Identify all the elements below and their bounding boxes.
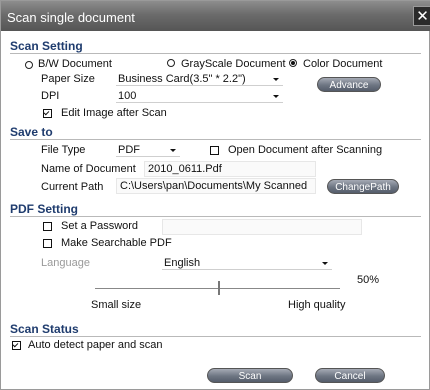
edit-image-checkbox[interactable] (43, 109, 52, 118)
save-to-divider (10, 139, 421, 140)
file-type-value: PDF (118, 144, 140, 156)
current-path-label: Current Path (41, 181, 104, 193)
cancel-button[interactable]: Cancel (315, 368, 385, 383)
window-title: Scan single document (7, 10, 135, 25)
scan-single-document-dialog: Scan single document ✕ Scan Setting B/W … (0, 0, 430, 390)
scan-status-divider (10, 336, 421, 337)
current-path-input[interactable]: C:\Users\pan\Documents\My Scanned Docs (116, 178, 316, 194)
close-icon[interactable]: ✕ (413, 6, 430, 26)
open-after-scanning-checkbox[interactable] (210, 146, 219, 155)
scan-setting-heading: Scan Setting (10, 39, 83, 53)
password-input[interactable] (162, 219, 362, 235)
scan-setting-divider (10, 53, 421, 54)
document-name-input[interactable]: 2010_0611.Pdf (144, 161, 316, 177)
auto-detect-label: Auto detect paper and scan (28, 339, 163, 351)
small-size-label: Small size (91, 299, 142, 311)
dpi-value: 100 (118, 90, 137, 102)
color-document-label: Color Document (303, 58, 383, 70)
paper-size-select[interactable]: Business Card(3.5" * 2.2") (116, 72, 283, 86)
open-after-scanning-label: Open Document after Scanning (228, 144, 383, 156)
pdf-setting-heading: PDF Setting (10, 202, 78, 216)
change-path-button[interactable]: ChangePath (327, 179, 399, 194)
chevron-down-icon (273, 78, 279, 81)
quality-slider-thumb[interactable] (218, 281, 220, 295)
pdf-setting-divider (10, 216, 421, 217)
edit-image-label: Edit Image after Scan (61, 107, 167, 119)
paper-size-label: Paper Size (41, 73, 95, 85)
language-value: English (164, 257, 201, 269)
file-type-label: File Type (41, 144, 86, 156)
auto-detect-checkbox[interactable] (12, 341, 21, 350)
document-name-label: Name of Document (41, 163, 136, 175)
high-quality-label: High quality (288, 299, 346, 311)
color-document-radio[interactable] (289, 59, 297, 67)
scan-status-heading: Scan Status (10, 322, 79, 336)
title-bar[interactable]: Scan single document ✕ (1, 1, 430, 31)
language-select[interactable]: English (162, 256, 332, 270)
searchable-pdf-label: Make Searchable PDF (61, 237, 172, 249)
file-type-select[interactable]: PDF (116, 143, 180, 157)
searchable-pdf-checkbox[interactable] (43, 239, 52, 248)
paper-size-value: Business Card(3.5" * 2.2") (118, 73, 246, 85)
dpi-select[interactable]: 100 (116, 89, 283, 103)
save-to-heading: Save to (10, 125, 53, 139)
chevron-down-icon (273, 95, 279, 98)
quality-percent: 50% (357, 274, 380, 286)
chevron-down-icon (170, 149, 176, 152)
dpi-label: DPI (41, 90, 60, 102)
language-label: Language (41, 257, 90, 269)
bw-document-label: B/W Document (38, 58, 112, 70)
advance-button[interactable]: Advance (317, 77, 381, 92)
bw-document-radio[interactable] (25, 61, 33, 69)
set-password-label: Set a Password (61, 220, 139, 232)
scan-button[interactable]: Scan (207, 368, 293, 383)
chevron-down-icon (322, 262, 328, 265)
grayscale-document-label: GrayScale Document (181, 58, 286, 70)
grayscale-document-radio[interactable] (167, 59, 175, 67)
set-password-checkbox[interactable] (43, 222, 52, 231)
